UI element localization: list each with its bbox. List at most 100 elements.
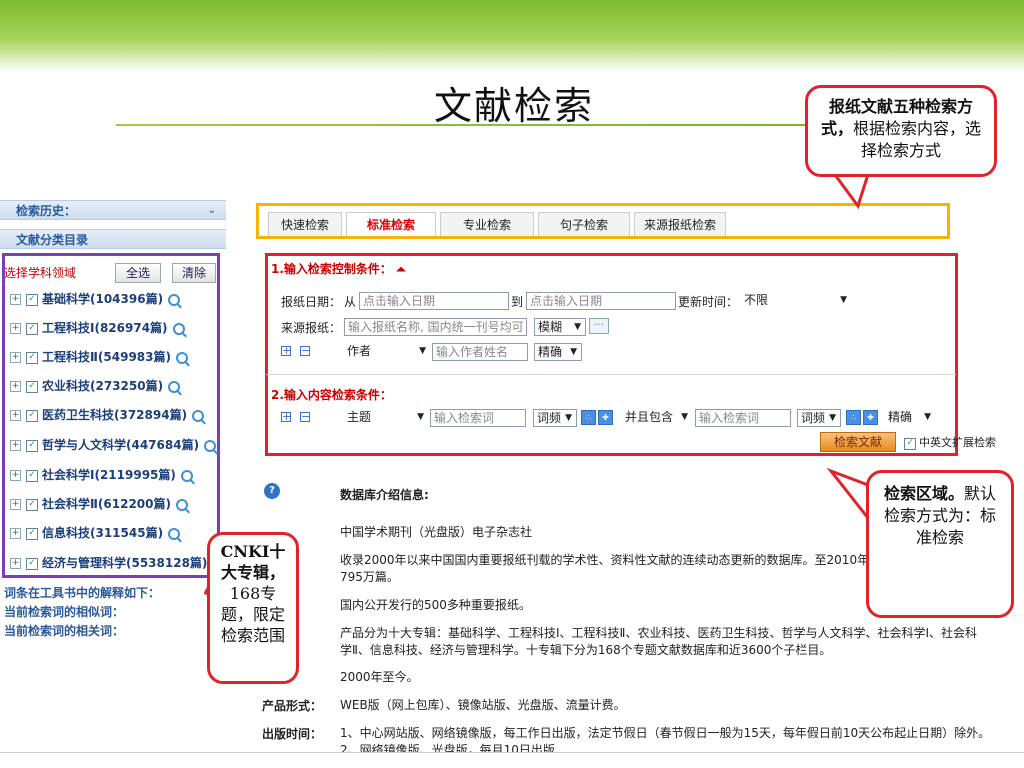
chevron-down-icon: ▼ (681, 412, 688, 422)
section-content-title: 2.输入内容检索条件： (271, 388, 392, 402)
checkbox[interactable]: ✓ (26, 527, 38, 540)
checkbox[interactable]: ✓ (26, 380, 38, 393)
search-icon[interactable] (175, 498, 188, 511)
expand-icon[interactable]: + (10, 499, 21, 510)
expand-icon[interactable]: + (10, 558, 21, 569)
search-icon[interactable] (204, 439, 217, 452)
search-history-bar[interactable]: 检索历史： ⌄ (0, 200, 226, 220)
add-row-icon[interactable]: + (281, 345, 291, 356)
sidebar-link-related[interactable]: 当前检索词的相关词： (4, 622, 226, 640)
subject-item[interactable]: + ✓ 信息科技(311545篇) (10, 524, 181, 542)
update-time-label: 更新时间： (678, 295, 739, 309)
search-icon[interactable] (168, 527, 181, 540)
source-label: 来源报纸： (281, 321, 342, 335)
expand-icon[interactable]: + (10, 470, 21, 481)
more-options-button[interactable]: ··· (589, 318, 609, 334)
search-icon[interactable] (172, 322, 185, 335)
subject-item[interactable]: + ✓ 社会科学Ⅱ(612200篇) (10, 495, 188, 513)
topic-field-select[interactable]: 主题 ▼ (344, 409, 428, 427)
author-input[interactable]: 输入作者姓名 (432, 343, 528, 361)
expand-icon[interactable]: + (10, 323, 21, 334)
match2-select[interactable]: 精确 ▼ (885, 409, 935, 427)
author-field-select[interactable]: 作者 ▼ (344, 343, 430, 361)
sidebar-link-similar[interactable]: 当前检索词的相似词： (4, 603, 226, 621)
date-to-input[interactable]: 点击输入日期 (526, 292, 676, 310)
date-label: 报纸日期： (281, 295, 342, 309)
expand-icon[interactable]: + (10, 294, 21, 305)
info-form: WEB版（网上包库）、镜像站版、光盘版、流量计费。 (340, 698, 626, 712)
freq1-select[interactable]: 词频 ▼ (533, 409, 577, 427)
info-publisher: 中国学术期刊（光盘版）电子杂志社 (340, 525, 533, 539)
checkbox[interactable]: ✓ (26, 351, 38, 364)
header-band (0, 0, 1024, 72)
remove-row-icon[interactable]: − (300, 345, 310, 356)
form-label: 产品形式： (262, 699, 323, 713)
update-time-select[interactable]: 不限 ▼ (741, 292, 851, 310)
catalog-label: 文献分类目录 (16, 233, 89, 247)
subject-item[interactable]: + ✓ 社会科学Ⅰ(2119995篇) (10, 466, 193, 484)
source-input[interactable]: 输入报纸名称, 国内统一刊号均可 (344, 318, 527, 336)
checkbox[interactable]: ✓ (26, 409, 38, 422)
search-icon[interactable] (168, 380, 181, 393)
search-icon[interactable] (168, 293, 181, 306)
select-all-button[interactable]: 全选 (115, 263, 161, 283)
logic-select[interactable]: 并且包含 ▼ (622, 409, 692, 427)
info-icon: ? (264, 483, 280, 499)
search-history-label: 检索历史： (16, 204, 77, 218)
checkbox[interactable]: ✓ (904, 437, 916, 450)
info-scope-2: 795万篇。 (340, 570, 399, 584)
subject-item[interactable]: + ✓ 哲学与人文科学(447684篇) (10, 436, 217, 454)
expand-icon[interactable]: + (10, 440, 21, 451)
checkbox[interactable]: ✓ (26, 469, 38, 482)
subject-item[interactable]: + ✓ 基础科学(104396篇) (10, 290, 181, 308)
keyword2-input[interactable]: 输入检索词 (695, 409, 791, 427)
checkbox[interactable]: ✓ (26, 293, 38, 306)
chevron-down-icon: ▼ (829, 413, 836, 423)
checkbox[interactable]: ✓ (26, 439, 38, 452)
collapse-icon[interactable]: ⏶ (396, 262, 406, 276)
search-icon[interactable] (192, 409, 205, 422)
author-match-select[interactable]: 精确 ▼ (534, 343, 582, 361)
date-to-label: 到 (511, 295, 524, 309)
freq2-select[interactable]: 词频 ▼ (797, 409, 841, 427)
info-years: 2000年至今。 (340, 670, 419, 684)
expand-terms-icon[interactable]: ✚ (863, 410, 878, 425)
extend-search-checkbox[interactable]: ✓ (904, 436, 920, 450)
keyword1-input[interactable]: 输入检索词 (430, 409, 526, 427)
section-control-title: 1.输入检索控制条件： ⏶ (271, 262, 406, 276)
chevron-down-icon: ▼ (419, 346, 426, 356)
checkbox[interactable]: ✓ (26, 557, 38, 570)
bottom-rule (0, 752, 1024, 753)
catalog-bar[interactable]: 文献分类目录 (0, 229, 226, 249)
remove-row-icon[interactable]: − (300, 411, 310, 422)
expand-icon[interactable]: + (10, 381, 21, 392)
expand-icon[interactable]: + (10, 410, 21, 421)
info-sources: 国内公开发行的500多种重要报纸。 (340, 598, 531, 612)
date-from-input[interactable]: 点击输入日期 (359, 292, 509, 310)
subject-item[interactable]: + ✓ 工程科技Ⅱ(549983篇) (10, 348, 188, 366)
word-frequency-icon[interactable]: ∴ (581, 410, 596, 425)
subject-item[interactable]: + ✓ 工程科技Ⅰ(826974篇) (10, 319, 185, 337)
clear-button[interactable]: 清除 (172, 263, 216, 283)
extend-search-label: 中英文扩展检索 (919, 436, 996, 449)
select-subject-label: 选择学科领域 (4, 266, 77, 280)
checkbox[interactable]: ✓ (26, 322, 38, 335)
section-divider (266, 374, 956, 375)
search-button[interactable]: 检索文献 (820, 432, 896, 452)
title-rule (116, 124, 901, 126)
search-icon[interactable] (180, 469, 193, 482)
word-frequency-icon[interactable]: ∴ (846, 410, 861, 425)
search-icon[interactable] (175, 351, 188, 364)
expand-icon[interactable]: + (10, 352, 21, 363)
callout-search-area: 检索区域。默认检索方式为：标准检索 (866, 470, 1014, 618)
chevron-down-icon: ▼ (417, 412, 424, 422)
subject-item[interactable]: + ✓ 医药卫生科技(372894篇) (10, 406, 205, 424)
add-row-icon[interactable]: + (281, 411, 291, 422)
expand-terms-icon[interactable]: ✚ (598, 410, 613, 425)
subject-item[interactable]: + ✓ 农业科技(273250篇) (10, 377, 181, 395)
expand-icon[interactable]: + (10, 528, 21, 539)
chevron-down-icon[interactable]: ⌄ (208, 201, 216, 221)
info-scope: 收录2000年以来中国国内重要报纸刊载的学术性、资料性文献的连续动态更新的数据库… (340, 553, 870, 567)
source-match-select[interactable]: 模糊 ▼ (534, 318, 586, 336)
checkbox[interactable]: ✓ (26, 498, 38, 511)
